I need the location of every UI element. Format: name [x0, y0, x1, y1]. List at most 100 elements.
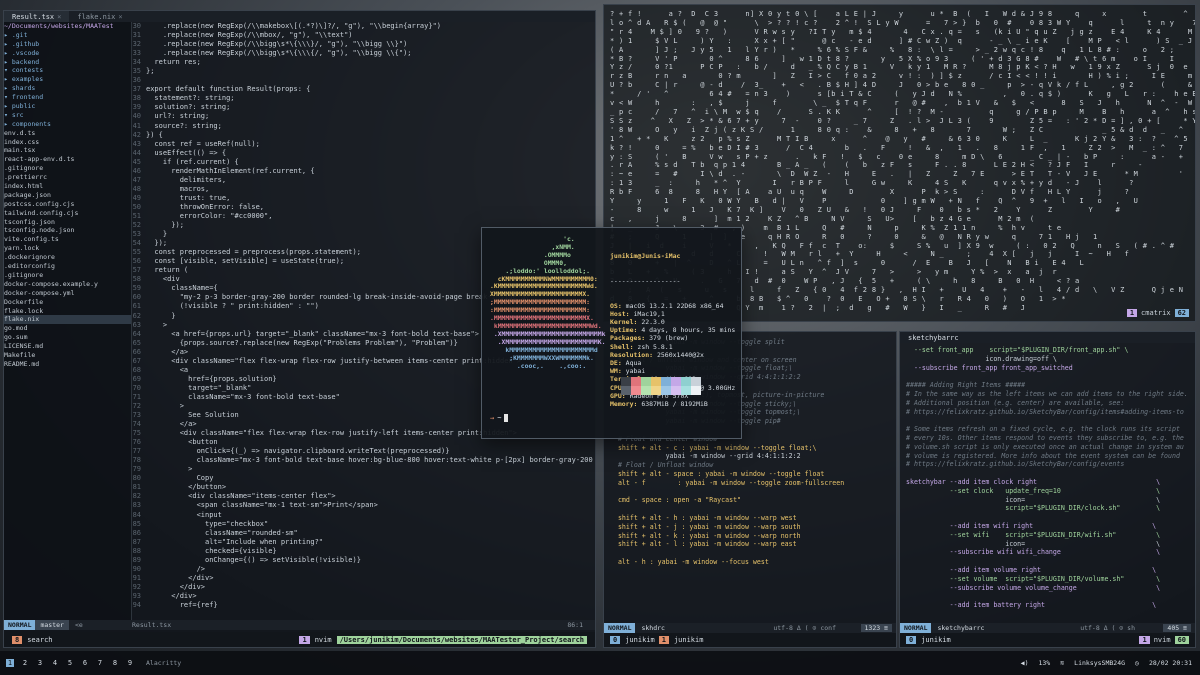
tree-item[interactable]: .prettierrc	[4, 173, 131, 182]
color-swatch	[671, 386, 681, 395]
space-8[interactable]: 8	[111, 659, 119, 667]
window-name[interactable]: junikim	[674, 636, 704, 644]
tree-item[interactable]: LICENSE.md	[4, 342, 131, 351]
code-line: 38 statement?: string;	[132, 94, 595, 103]
line-number: 89	[132, 555, 141, 564]
status-filename: Result.tsx	[132, 621, 172, 629]
code-text: export default function Result(props: {	[146, 85, 311, 94]
tree-item[interactable]: .gitignore	[4, 164, 131, 173]
info-row: Resolution: 2560x1440@2x	[610, 351, 735, 359]
wifi-icon: ≋	[1060, 659, 1065, 667]
tree-item[interactable]: docker-compose.yml	[4, 289, 131, 298]
info-row: WM: yabai	[610, 367, 735, 375]
space-4[interactable]: 4	[51, 659, 59, 667]
tree-item[interactable]: index.css	[4, 138, 131, 147]
tree-item[interactable]: Dockerfile	[4, 298, 131, 307]
sketchybarrc-terminal-window[interactable]: sketchybarrc --set front_app script="$PL…	[899, 331, 1196, 648]
tree-item[interactable]: docker-compose.example.y	[4, 280, 131, 289]
tree-item[interactable]: ▸ .vscode	[4, 49, 131, 58]
tree-item[interactable]: .gitignore	[4, 271, 131, 280]
tree-item[interactable]: ▸ backend	[4, 58, 131, 67]
tree-item[interactable]: go.mod	[4, 324, 131, 333]
config-line: --subscribe volume volume_change \	[906, 583, 1161, 592]
neofetch-terminal-window[interactable]: 'c. ,xNMM. .OMMMMo OMMM0, .;loddo:' lool…	[481, 227, 742, 439]
config-line: sketchybar --add item clock right \	[906, 477, 1161, 486]
close-icon[interactable]: ×	[118, 13, 122, 21]
tree-item[interactable]: Makefile	[4, 351, 131, 360]
window-number[interactable]: 0	[610, 636, 621, 644]
info-row: DE: Aqua	[610, 359, 735, 367]
line-number: 55	[132, 248, 141, 257]
window-number[interactable]: 8	[12, 636, 23, 644]
space-6[interactable]: 6	[81, 659, 89, 667]
matrix-row: : 1 3 _ : h * ^ Y I r B P F l G w K 4 S …	[610, 179, 1134, 188]
tree-item[interactable]: ▸ shards	[4, 84, 131, 93]
space-9[interactable]: 9	[126, 659, 134, 667]
tree-item[interactable]: .editorconfig	[4, 262, 131, 271]
tree-item[interactable]: vite.config.ts	[4, 235, 131, 244]
tree-item[interactable]: ~/Documents/websites/MAATest	[4, 22, 131, 31]
tree-item[interactable]: ▾ frontend	[4, 93, 131, 102]
space-3[interactable]: 3	[36, 659, 44, 667]
tree-item[interactable]: tailwind.config.cjs	[4, 209, 131, 218]
tree-item[interactable]: go.sum	[4, 333, 131, 342]
tree-item[interactable]: index.html	[4, 182, 131, 191]
close-icon[interactable]: ×	[57, 13, 61, 21]
tree-item[interactable]: tsconfig.json	[4, 218, 131, 227]
tree-item[interactable]: yarn.lock	[4, 244, 131, 253]
tree-item[interactable]: flake.lock	[4, 307, 131, 316]
matrix-row: v < W h : , $ j f \ _ $ T q F r @ # , b …	[610, 99, 1196, 108]
tree-item[interactable]: .dockerignore	[4, 253, 131, 262]
info-value: zsh 5.8.1	[637, 342, 673, 351]
window-number[interactable]: 0	[906, 636, 917, 644]
space-5[interactable]: 5	[66, 659, 74, 667]
code-text: ref={ref}	[146, 601, 218, 609]
config-line: # volume.sh script is only executed once…	[906, 442, 1184, 451]
color-swatch	[651, 377, 661, 386]
config-line	[610, 505, 892, 514]
tree-item[interactable]: README.md	[4, 360, 131, 369]
sketchybarrc-content[interactable]: --set front_app script="$PLUGIN_DIR/fron…	[906, 346, 1191, 610]
line-number: 49	[132, 193, 141, 202]
window-number[interactable]: 1	[658, 636, 669, 644]
config-line	[906, 557, 1191, 566]
pane-badge: 1	[1126, 309, 1138, 317]
space-7[interactable]: 7	[96, 659, 104, 667]
tab-sketchybarrc[interactable]: sketchybarrc	[908, 334, 959, 342]
space-2[interactable]: 2	[21, 659, 29, 667]
tree-item[interactable]: tsconfig.node.json	[4, 226, 131, 235]
space-1[interactable]: 1	[6, 659, 14, 667]
file-tree[interactable]: ~/Documents/websites/MAATest ▸ .git ▸ .g…	[4, 22, 132, 620]
tree-item[interactable]: ▾ src	[4, 111, 131, 120]
tree-item[interactable]: react-app-env.d.ts	[4, 155, 131, 164]
tree-item[interactable]: flake.nix	[4, 315, 131, 325]
tree-item[interactable]: ▸ public	[4, 102, 131, 111]
tree-item[interactable]: package.json	[4, 191, 131, 200]
config-line: --set volume script="$PLUGIN_DIR/volume.…	[906, 574, 1161, 583]
line-number: 46	[132, 166, 141, 175]
window-name[interactable]: search	[27, 636, 52, 644]
pane-badge: 1	[1139, 636, 1150, 644]
tree-item[interactable]: ▸ .github	[4, 40, 131, 49]
tree-item[interactable]: env.d.ts	[4, 129, 131, 138]
line-number: 72	[132, 401, 141, 410]
window-name[interactable]: junikim	[921, 636, 951, 644]
code-text: type="checkbox"	[146, 519, 269, 528]
window-name[interactable]: junikim	[625, 636, 655, 644]
tree-item[interactable]: ▾ contests	[4, 66, 131, 75]
code-text: </a>	[146, 420, 197, 429]
info-row: OS: macOS 13.2.1 22D68 x86_64	[610, 302, 735, 310]
info-key: Packages:	[610, 334, 650, 343]
code-text: return (	[146, 266, 189, 275]
tree-item[interactable]: postcss.config.cjs	[4, 200, 131, 209]
code-line: 49 trust: true,	[132, 193, 595, 203]
tab-result-tsx[interactable]: Result.tsx ×	[4, 11, 70, 22]
tab-flake-nix[interactable]: flake.nix ×	[69, 11, 130, 22]
tree-item[interactable]: main.tsx	[4, 146, 131, 155]
tree-item[interactable]: ▸ examples	[4, 75, 131, 84]
cursor-position: 86:1	[567, 621, 583, 629]
tree-item[interactable]: ▸ components	[4, 120, 131, 129]
shell-prompt[interactable]: → ~	[490, 414, 509, 422]
code-line: 80 Copy	[132, 474, 595, 483]
tree-item[interactable]: ▸ .git	[4, 31, 131, 40]
